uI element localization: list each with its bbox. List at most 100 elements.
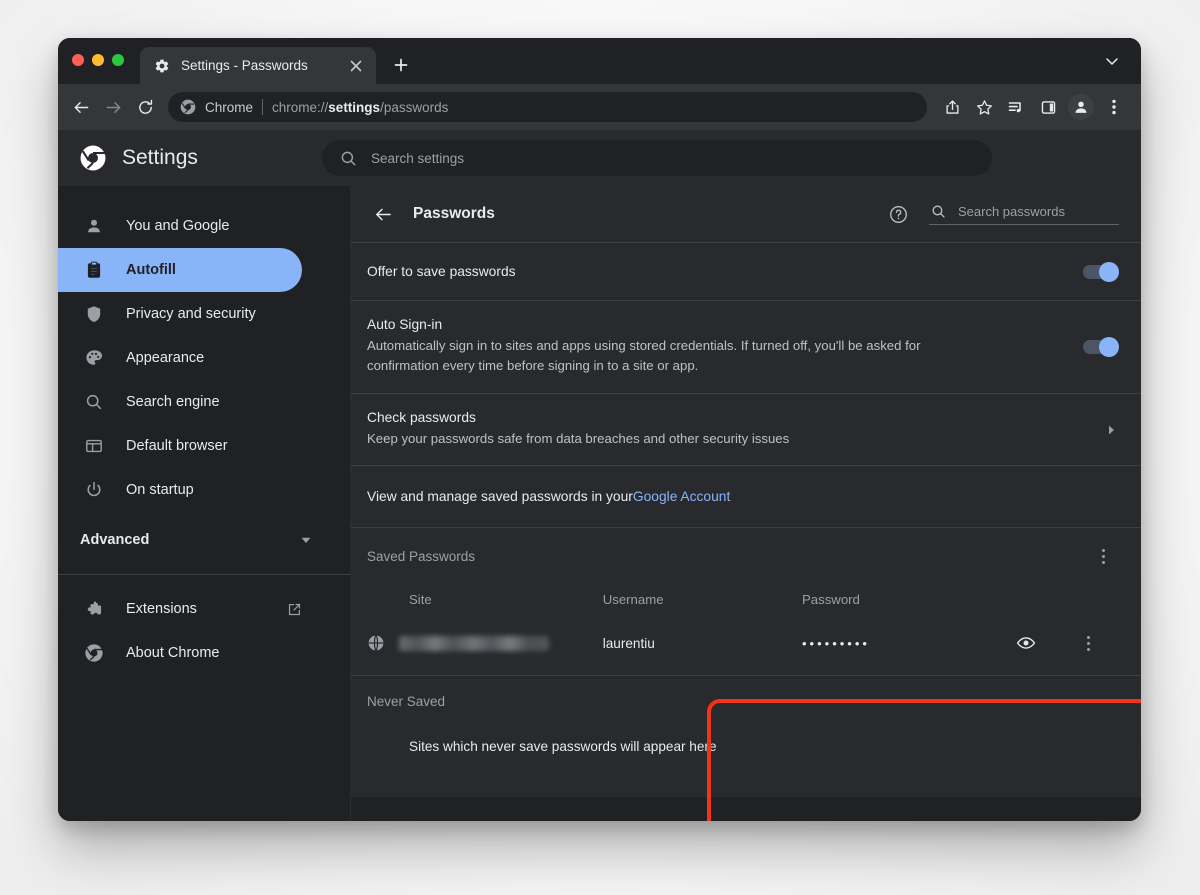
chevron-down-icon <box>300 534 312 546</box>
google-account-text: View and manage saved passwords in your <box>367 489 633 505</box>
toggle-knob <box>1099 261 1119 282</box>
row-subtitle: Automatically sign in to sites and apps … <box>367 338 921 374</box>
offer-to-save-passwords-row[interactable]: Offer to save passwords <box>351 242 1141 300</box>
forward-arrow-icon[interactable] <box>98 92 128 122</box>
browser-tab-settings-passwords[interactable]: Settings - Passwords <box>140 47 376 84</box>
row-text: Auto Sign-in Automatically sign in to si… <box>367 301 1069 393</box>
cell-username: laurentiu <box>602 635 655 651</box>
profile-avatar-icon[interactable] <box>1068 94 1094 120</box>
three-dot-menu-icon[interactable] <box>1089 542 1117 570</box>
share-icon[interactable] <box>937 92 967 122</box>
sidebar-item-label: Extensions <box>126 601 197 617</box>
table-row[interactable]: laurentiu ••••••••• <box>367 623 1117 675</box>
settings-body: You and Google Autofill Privacy and secu… <box>58 186 1141 821</box>
sidebar-item-label: About Chrome <box>126 645 220 661</box>
auto-signin-row[interactable]: Auto Sign-in Automatically sign in to si… <box>351 300 1141 393</box>
address-bar[interactable]: Chrome chrome://settings/passwords <box>168 92 927 122</box>
toggle-knob <box>1099 336 1119 357</box>
settings-search-placeholder: Search settings <box>371 150 465 166</box>
eye-icon[interactable] <box>1016 633 1074 653</box>
google-account-link[interactable]: Google Account <box>633 489 730 504</box>
sidebar-item-label: Search engine <box>126 394 220 410</box>
three-dot-menu-icon[interactable] <box>1074 629 1102 657</box>
page-title: Passwords <box>413 205 495 222</box>
sidebar-item-label: Default browser <box>126 438 228 454</box>
star-icon[interactable] <box>969 92 999 122</box>
sidebar-item-extensions[interactable]: Extensions <box>58 587 302 631</box>
column-header-password: Password <box>801 592 860 608</box>
sidebar-item-label: On startup <box>126 482 194 498</box>
sidebar-advanced-expander[interactable]: Advanced <box>58 518 350 562</box>
auto-signin-toggle[interactable] <box>1083 336 1119 357</box>
side-panel-icon[interactable] <box>1033 92 1063 122</box>
window-minimize-button[interactable] <box>92 54 104 66</box>
chevron-down-icon[interactable] <box>1099 48 1125 74</box>
cell-password-mask: ••••••••• <box>801 635 870 651</box>
settings-header: Settings Search settings <box>58 130 1141 186</box>
sidebar-item-autofill[interactable]: Autofill <box>58 248 302 292</box>
passwords-search-input[interactable]: Search passwords <box>929 204 1119 225</box>
section-title: Never Saved <box>367 694 446 710</box>
back-arrow-icon[interactable] <box>66 92 96 122</box>
gear-icon <box>154 58 170 74</box>
new-tab-button[interactable] <box>386 50 416 80</box>
close-icon[interactable] <box>346 56 366 76</box>
site-cell <box>367 634 603 652</box>
search-icon <box>931 204 946 219</box>
sidebar-item-search-engine[interactable]: Search engine <box>58 380 302 424</box>
omnibox-separator <box>262 99 264 115</box>
sidebar-advanced-label: Advanced <box>80 532 150 548</box>
chrome-logo-icon <box>180 99 196 115</box>
back-arrow-icon[interactable] <box>365 196 401 232</box>
three-dot-menu-icon[interactable] <box>1099 92 1129 122</box>
passwords-page-header: Passwords Search passwords <box>351 186 1141 242</box>
browser-toolbar: Chrome chrome://settings/passwords <box>58 84 1141 130</box>
omnibox-url: chrome://settings/passwords <box>272 100 448 115</box>
passwords-search-placeholder: Search passwords <box>958 203 1065 219</box>
row-subtitle: Keep your passwords safe from data breac… <box>367 430 790 446</box>
settings-main-content: Passwords Search passwords Offer to save… <box>351 186 1141 821</box>
sidebar-item-label: Appearance <box>126 350 205 366</box>
search-icon <box>84 392 104 412</box>
globe-icon <box>367 634 385 652</box>
column-header-site: Site <box>409 592 432 608</box>
window-close-button[interactable] <box>72 54 84 66</box>
row-text: Check passwords Keep your passwords safe… <box>367 394 1091 465</box>
window-maximize-button[interactable] <box>112 54 124 66</box>
palette-icon <box>84 348 104 368</box>
sidebar-item-you-and-google[interactable]: You and Google <box>58 204 302 248</box>
saved-passwords-section: Saved Passwords Site Username Password l… <box>351 527 1141 676</box>
saved-passwords-header: Saved Passwords <box>367 528 1117 584</box>
check-passwords-row[interactable]: Check passwords Keep your passwords safe… <box>351 392 1141 466</box>
external-link-icon[interactable] <box>286 601 302 617</box>
row-title: Offer to save passwords <box>367 264 516 279</box>
sidebar-item-privacy-and-security[interactable]: Privacy and security <box>58 292 302 336</box>
settings-search-input[interactable]: Search settings <box>322 140 992 176</box>
chevron-right-icon[interactable] <box>1105 424 1117 436</box>
row-text: Offer to save passwords <box>367 248 1069 295</box>
section-title: Saved Passwords <box>367 548 476 564</box>
sidebar-item-default-browser[interactable]: Default browser <box>58 424 302 468</box>
row-title: Check passwords <box>367 409 476 425</box>
cell-site <box>367 623 603 675</box>
sidebar-item-on-startup[interactable]: On startup <box>58 468 302 512</box>
browser-window-icon <box>84 436 104 456</box>
reload-icon[interactable] <box>130 92 160 122</box>
never-saved-section: Never Saved Sites which never save passw… <box>351 675 1141 798</box>
media-playlist-icon[interactable] <box>1001 92 1031 122</box>
sidebar-item-label: You and Google <box>126 218 230 234</box>
sidebar-item-appearance[interactable]: Appearance <box>58 336 302 380</box>
column-header-actions <box>1016 584 1074 623</box>
sidebar-item-label: Privacy and security <box>126 306 256 322</box>
power-icon <box>84 480 104 500</box>
window-traffic-lights <box>72 38 124 84</box>
chrome-logo-icon <box>80 145 106 171</box>
help-circle-icon[interactable] <box>883 199 913 229</box>
sidebar-item-about-chrome[interactable]: About Chrome <box>58 631 302 675</box>
table-header-row: Site Username Password <box>367 584 1117 623</box>
chrome-logo-icon <box>84 643 104 663</box>
sidebar-item-label: Autofill <box>126 262 176 278</box>
omnibox-scheme-label: Chrome <box>205 99 254 115</box>
offer-to-save-toggle[interactable] <box>1083 261 1119 282</box>
cell-row-menu <box>1074 623 1117 675</box>
